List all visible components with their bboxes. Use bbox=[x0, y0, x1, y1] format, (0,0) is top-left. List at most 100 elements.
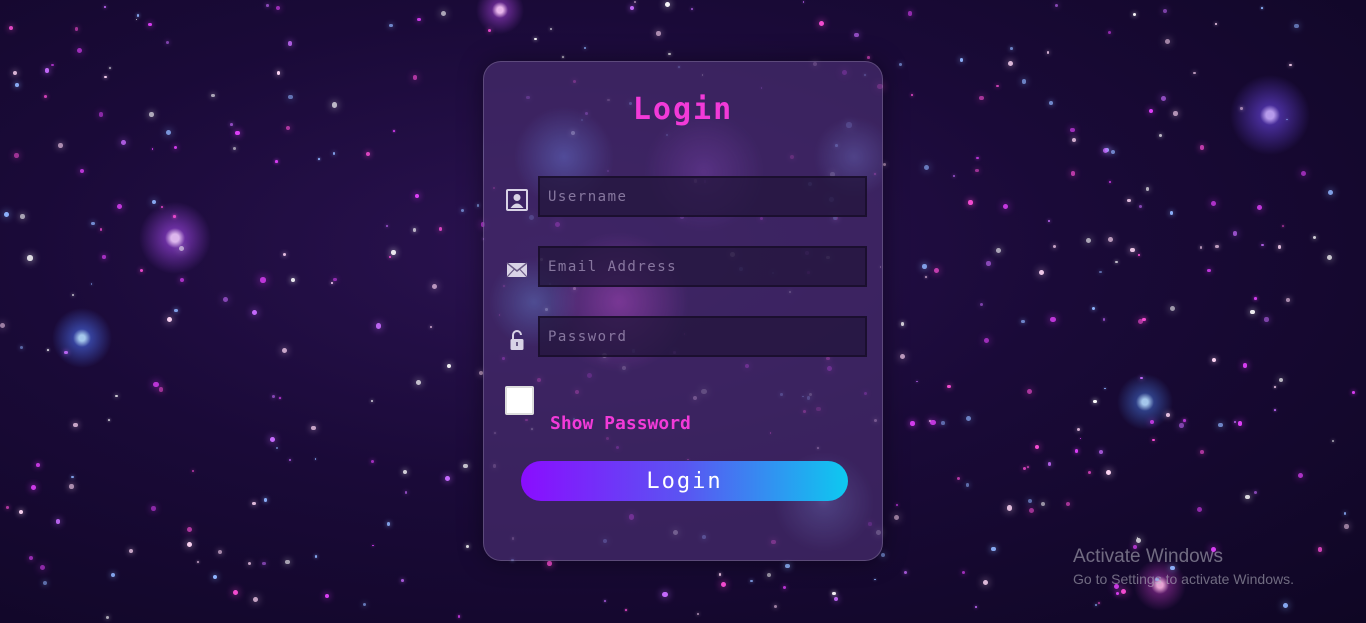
star-dot bbox=[252, 501, 256, 506]
username-input[interactable] bbox=[538, 176, 867, 217]
star-dot bbox=[404, 491, 408, 494]
envelope-icon bbox=[505, 258, 529, 282]
star-dot bbox=[1105, 147, 1110, 152]
star-dot bbox=[372, 544, 375, 547]
star-dot bbox=[1352, 390, 1355, 394]
star-dot bbox=[1179, 422, 1184, 428]
star-dot bbox=[1145, 186, 1150, 191]
star-dot bbox=[625, 609, 627, 611]
star-dot bbox=[279, 397, 281, 399]
star-dot bbox=[445, 476, 451, 482]
star-dot bbox=[834, 596, 839, 601]
star-dot bbox=[69, 484, 74, 489]
star-dot bbox=[57, 143, 63, 148]
star-dot bbox=[6, 506, 10, 510]
activate-windows-watermark: Activate Windows Go to Settings to activ… bbox=[1073, 546, 1294, 590]
star-dot bbox=[50, 63, 54, 67]
star-dot bbox=[260, 277, 266, 283]
star-dot bbox=[196, 560, 199, 563]
star-dot bbox=[1093, 400, 1097, 404]
star-dot bbox=[230, 123, 233, 127]
star-dot bbox=[1132, 12, 1136, 16]
star-dot bbox=[1165, 413, 1170, 418]
star-dot bbox=[1273, 409, 1276, 412]
star-dot bbox=[285, 559, 290, 565]
star-dot bbox=[1233, 420, 1236, 423]
star-dot bbox=[898, 63, 902, 67]
star-dot bbox=[31, 484, 36, 490]
star-dot bbox=[1327, 254, 1332, 260]
star-dot bbox=[1170, 306, 1176, 312]
star-dot bbox=[429, 325, 432, 328]
star-dot bbox=[173, 145, 178, 150]
star-dot bbox=[310, 425, 316, 431]
login-button[interactable]: Login bbox=[521, 461, 848, 501]
star-dot bbox=[1232, 231, 1238, 237]
star-dot bbox=[922, 264, 927, 269]
star-dot bbox=[213, 574, 218, 580]
star-dot bbox=[1331, 439, 1334, 442]
star-dot bbox=[1250, 309, 1256, 315]
star-dot bbox=[46, 348, 49, 351]
star-dot bbox=[0, 322, 6, 328]
star-dot bbox=[1164, 39, 1170, 45]
star-dot bbox=[881, 552, 886, 558]
star-dot bbox=[1026, 388, 1032, 394]
star-dot bbox=[818, 21, 825, 27]
star-dot bbox=[965, 483, 970, 487]
star-dot bbox=[8, 25, 13, 30]
star-dot bbox=[1087, 470, 1091, 474]
star-dot bbox=[1104, 387, 1106, 390]
star-dot bbox=[882, 163, 886, 167]
star-dot bbox=[463, 464, 468, 469]
show-password-checkbox[interactable] bbox=[505, 386, 534, 415]
star-dot bbox=[983, 579, 989, 585]
star-dot bbox=[20, 214, 25, 219]
star-dot bbox=[1211, 200, 1217, 206]
star-dot bbox=[1007, 61, 1013, 67]
star-dot bbox=[1053, 245, 1057, 249]
star-dot bbox=[324, 593, 330, 599]
star-dot bbox=[288, 94, 293, 100]
star-dot bbox=[656, 31, 661, 36]
star-dot bbox=[72, 294, 75, 297]
star-dot bbox=[1264, 317, 1269, 322]
star-dot bbox=[412, 75, 418, 80]
star-dot bbox=[1046, 51, 1050, 55]
star-dot bbox=[995, 84, 999, 88]
star-dot bbox=[79, 169, 85, 174]
star-dot bbox=[461, 208, 465, 212]
star-dot bbox=[388, 255, 392, 259]
password-input[interactable] bbox=[538, 316, 867, 357]
star-dot bbox=[44, 68, 49, 73]
star-dot bbox=[978, 95, 984, 101]
email-input[interactable] bbox=[538, 246, 867, 287]
lock-icon bbox=[505, 328, 529, 352]
star-dot bbox=[923, 164, 930, 170]
star-dot bbox=[1245, 494, 1250, 500]
star-dot bbox=[180, 278, 185, 283]
star-dot bbox=[275, 446, 279, 450]
star-dot bbox=[1136, 537, 1139, 540]
star-dot bbox=[1199, 450, 1204, 455]
star-dot bbox=[916, 380, 918, 383]
star-dot bbox=[391, 250, 396, 255]
star-dot bbox=[983, 337, 989, 343]
star-dot bbox=[265, 4, 269, 8]
star-dot bbox=[222, 296, 229, 303]
star-dot bbox=[867, 56, 871, 60]
star-dot bbox=[333, 277, 337, 282]
star-dot bbox=[139, 268, 143, 272]
star-dot bbox=[549, 27, 552, 30]
show-password-label[interactable]: Show Password bbox=[550, 413, 691, 434]
star-dot bbox=[1110, 149, 1116, 154]
star-dot bbox=[107, 419, 110, 421]
star-dot bbox=[1140, 376, 1144, 380]
star-dot bbox=[412, 228, 416, 232]
star-dot bbox=[104, 75, 107, 79]
star-dot bbox=[55, 519, 61, 524]
star-dot bbox=[1199, 246, 1203, 249]
star-dot bbox=[1327, 190, 1333, 196]
star-dot bbox=[1142, 317, 1146, 321]
star-dot bbox=[414, 194, 419, 199]
